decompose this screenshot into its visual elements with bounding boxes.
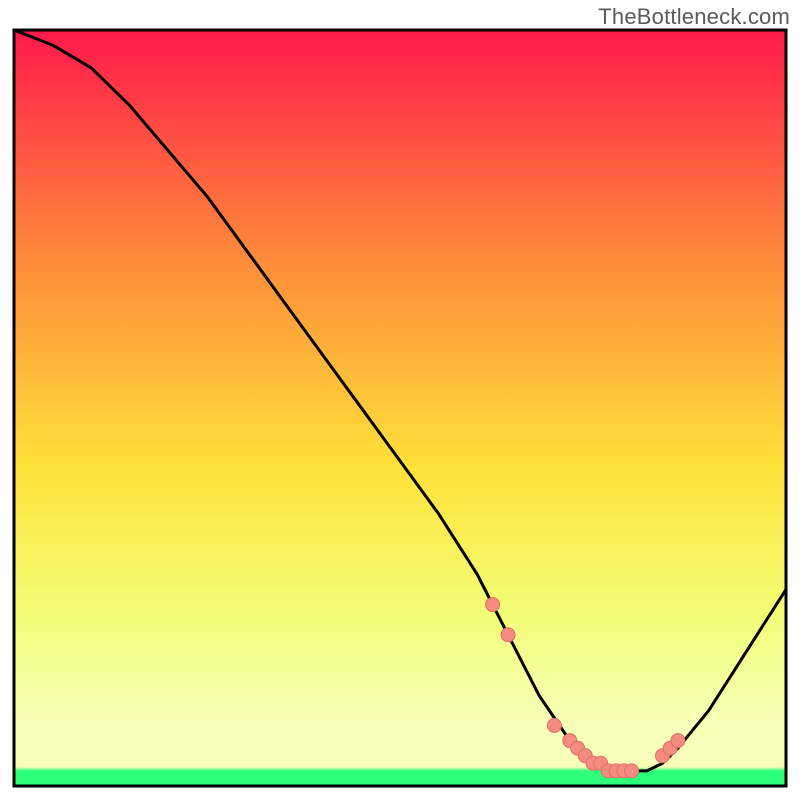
- marker-point: [671, 734, 685, 748]
- marker-point: [547, 719, 561, 733]
- plot-svg: [0, 0, 800, 800]
- marker-point: [486, 598, 500, 612]
- watermark-label: TheBottleneck.com: [598, 4, 790, 30]
- marker-point: [501, 628, 515, 642]
- bottleneck-chart: TheBottleneck.com: [0, 0, 800, 800]
- marker-point: [625, 764, 639, 778]
- gradient-background: [14, 30, 786, 786]
